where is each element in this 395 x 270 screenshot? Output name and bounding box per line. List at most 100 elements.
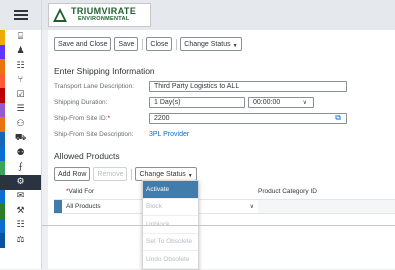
site-id-value: 2200 (154, 114, 170, 122)
grid-icon: ☷ (16, 220, 25, 231)
car-icon: ⛟ (14, 133, 27, 144)
site-desc-label: Ship-From Site Description: (54, 130, 134, 138)
add-row-button[interactable]: Add Row (54, 167, 91, 181)
duration-time-value: 00:00:00 (253, 98, 281, 106)
briefcase-icon: ⌸ (17, 31, 24, 42)
site-desc-link[interactable]: 3PL Provider (149, 131, 189, 138)
change-status-button[interactable]: Change Status ▼ (180, 37, 242, 51)
hamburger-icon (13, 10, 28, 20)
rail-item[interactable]: ⚇ (0, 117, 41, 132)
column-category[interactable]: Product Category ID (258, 188, 317, 195)
rail-color-bar (0, 175, 5, 190)
site-id-input[interactable]: 2200 ⧉ (149, 112, 347, 124)
products-table: *Valid For Product Category ID All Produ… (54, 184, 395, 214)
chevron-down-icon[interactable]: ∨ (250, 203, 254, 210)
site-id-label-text: Ship-From Site ID: (54, 114, 108, 122)
rail-color-bar (0, 73, 5, 88)
site-id-row: Ship-From Site ID:* 2200 ⧉ (54, 112, 347, 124)
remove-button[interactable]: Remove (93, 167, 128, 181)
side-navigation: ⌸ ♟ ☷ ⑂ ☑ ☰ ⚇ ⛟ ⚉ ⨍ ⚙ ✉ ⚒ ☷ ⚖ (0, 0, 42, 269)
valid-for-value: All Products (66, 203, 101, 210)
triangle-logo-icon (53, 8, 67, 22)
rail-color-bar (0, 131, 5, 146)
transport-lane-row: Transport Lane Description: Third Party … (54, 80, 347, 92)
status-menu-item: Set To Obsolete (143, 234, 198, 251)
rail-color-bar (0, 218, 5, 233)
header-bar: TRIUMVIRATE ENVIRONMENTAL (42, 0, 395, 30)
rail-item[interactable]: ⚒ (0, 204, 41, 219)
megaphone-icon: ✉ (16, 191, 25, 202)
toolbar-separator (142, 38, 144, 50)
products-toolbar: Add Row Remove Change Status ▼ (54, 167, 200, 181)
rail-color-bar (0, 59, 5, 74)
rail-item[interactable]: ⚉ (0, 146, 41, 161)
value-help-icon[interactable]: ⧉ (335, 113, 341, 123)
allowed-products-title: Allowed Products (54, 151, 120, 161)
site-desc-row: Ship-From Site Description: 3PL Provider (54, 128, 189, 140)
duration-time-select[interactable]: 00:00:00 ∨ (248, 96, 314, 108)
settings-icon: ⚙ (16, 176, 25, 187)
rail-item[interactable]: ⚙ (0, 175, 41, 190)
rail-item[interactable]: ⛟ (0, 131, 41, 146)
dropdown-caret-icon: ▼ (187, 173, 193, 179)
column-valid-for-label: Valid For (68, 188, 95, 195)
rail-item[interactable]: ⑂ (0, 73, 41, 88)
logo-text-secondary: ENVIRONMENTAL (78, 16, 130, 22)
rail-item[interactable]: ☷ (0, 59, 41, 74)
rail-color-bar (0, 160, 5, 175)
rail-item[interactable]: ⌸ (0, 30, 41, 45)
toolbar-separator (131, 168, 133, 180)
money-icon: ⚖ (16, 234, 25, 245)
rail-color-bar (0, 102, 5, 117)
dropdown-caret-icon: ▼ (232, 43, 238, 49)
tools-icon: ⚒ (16, 205, 25, 216)
clipboard-check-icon: ☑ (16, 89, 25, 100)
rail-item[interactable]: ⚖ (0, 233, 41, 248)
status-menu-item: Undo Obsolete (143, 251, 198, 269)
transport-lane-label: Transport Lane Description: (54, 82, 134, 90)
rail-item[interactable]: ☰ (0, 102, 41, 117)
status-menu-item[interactable]: Activate (143, 181, 198, 199)
rail-items: ⌸ ♟ ☷ ⑂ ☑ ☰ ⚇ ⛟ ⚉ ⨍ ⚙ ✉ ⚒ ☷ ⚖ (0, 30, 41, 248)
rail-color-bar (0, 44, 5, 59)
close-button[interactable]: Close (146, 37, 173, 51)
change-status-label: Change Status (184, 40, 231, 48)
duration-days-input[interactable]: 1 Day(s) (149, 96, 245, 108)
clipboard-icon: ☷ (16, 60, 25, 71)
rail-item[interactable]: ⨍ (0, 160, 41, 175)
rail-color-bar (0, 233, 5, 248)
rail-item[interactable]: ☷ (0, 218, 41, 233)
logo-text-primary: TRIUMVIRATE (71, 6, 137, 16)
page-toolbar: Save and Close Save Close Change Status … (48, 36, 245, 52)
group-icon: ⚉ (16, 147, 25, 158)
rail-color-bar (0, 146, 5, 161)
chevron-down-icon: ∨ (302, 99, 307, 106)
status-menu-item: Block (143, 199, 198, 216)
rail-color-bar (0, 117, 5, 132)
share-icon: ⑂ (17, 75, 24, 86)
company-logo[interactable]: TRIUMVIRATE ENVIRONMENTAL (48, 3, 151, 27)
save-button[interactable]: Save (114, 37, 139, 51)
rail-item[interactable]: ✉ (0, 189, 41, 204)
change-status-label: Change Status (139, 170, 186, 178)
category-cell[interactable] (258, 200, 395, 213)
rail-color-bar (0, 30, 5, 45)
menu-button[interactable] (0, 0, 41, 30)
required-marker: * (107, 114, 110, 122)
transport-lane-input[interactable]: Third Party Logistics to ALL (149, 80, 347, 92)
table-row[interactable]: All Products ∨ (54, 200, 395, 214)
rail-color-bar (0, 204, 5, 219)
clipboard-list-icon: ☰ (16, 104, 25, 115)
toolbar-separator (176, 38, 178, 50)
person-flask-icon: ♟ (16, 46, 25, 57)
products-change-status-button[interactable]: Change Status ▼ (135, 167, 197, 181)
rail-color-bar (0, 189, 5, 204)
save-and-close-button[interactable]: Save and Close (54, 37, 112, 51)
divider (42, 225, 395, 226)
people-icon: ⚇ (16, 118, 25, 129)
row-selector[interactable] (54, 200, 62, 213)
chart-icon: ⨍ (18, 162, 23, 173)
rail-item[interactable]: ☑ (0, 88, 41, 103)
rail-item[interactable]: ♟ (0, 44, 41, 59)
main-panel: Save and Close Save Close Change Status … (48, 30, 395, 270)
